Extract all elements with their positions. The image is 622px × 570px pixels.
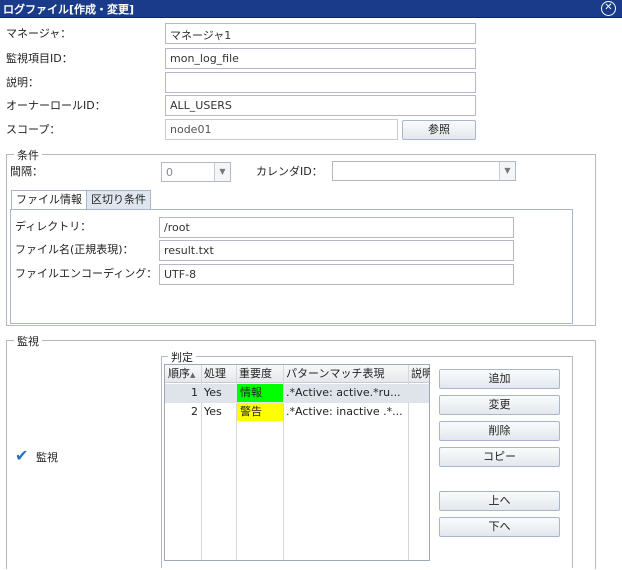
row-description (408, 403, 429, 421)
description-field[interactable] (165, 72, 476, 93)
encoding-label: ファイルエンコーディング： (15, 267, 158, 280)
monitor-check-label[interactable]: 監視 (36, 449, 58, 465)
move-up-button[interactable]: 上へ (439, 491, 560, 511)
chevron-down-icon[interactable]: ▼ (499, 162, 515, 180)
tab-file-info[interactable]: ファイル情報 (11, 190, 87, 210)
monitor-id-label: 監視項目ID： (6, 52, 73, 65)
column-header-process[interactable]: 処理 (201, 365, 236, 383)
row-pattern: .*Active: inactive .*... (286, 405, 403, 418)
filename-label: ファイル名(正規表現)： (15, 243, 134, 256)
window-title: ログファイル[作成・変更] (3, 3, 135, 16)
row-description (408, 384, 429, 402)
sort-asc-icon: ▲ (190, 371, 196, 379)
encoding-field[interactable]: UTF-8 (159, 264, 514, 285)
owner-role-label: オーナーロールID： (6, 99, 106, 112)
interval-value: 0 (166, 166, 173, 179)
calendar-label: カレンダID： (256, 165, 323, 178)
row-pattern: .*Active: active.*ru... (286, 386, 401, 399)
directory-label: ディレクトリ： (15, 220, 92, 233)
modify-button[interactable]: 変更 (439, 395, 560, 415)
conditions-legend: 条件 (14, 147, 42, 163)
monitor-legend: 監視 (14, 333, 42, 349)
row-order: 2 (191, 405, 198, 418)
copy-button[interactable]: コピー (439, 447, 560, 467)
scope-field: node01 (165, 119, 398, 140)
column-header-priority[interactable]: 重要度 (236, 365, 283, 383)
owner-role-field[interactable]: ALL_USERS (165, 95, 476, 116)
chevron-down-icon[interactable]: ▼ (214, 163, 230, 181)
row-process: Yes (204, 386, 222, 399)
description-label: 説明： (6, 76, 39, 89)
row-priority: 情報 (237, 384, 283, 402)
close-icon[interactable]: ✕ (601, 1, 616, 16)
table-row[interactable]: 2 Yes 警告 .*Active: inactive .*... (165, 403, 429, 422)
add-button[interactable]: 追加 (439, 369, 560, 389)
manager-label: マネージャ： (6, 27, 72, 40)
scope-browse-button[interactable]: 参照 (402, 120, 476, 140)
move-down-button[interactable]: 下へ (439, 517, 560, 537)
column-header-order[interactable]: 順序▲ (165, 365, 201, 383)
scope-label: スコープ： (6, 123, 61, 136)
interval-label: 間隔： (10, 165, 43, 178)
tab-delimiter[interactable]: 区切り条件 (86, 190, 151, 209)
table-header: 順序▲ 処理 重要度 パターンマッチ表現 説明 (165, 365, 430, 383)
column-header-description[interactable]: 説明 (408, 365, 430, 383)
row-order: 1 (191, 386, 198, 399)
manager-field[interactable]: マネージャ1 (165, 23, 476, 44)
calendar-select[interactable]: ▼ (332, 161, 516, 181)
row-process: Yes (204, 405, 222, 418)
filename-field[interactable]: result.txt (159, 240, 514, 261)
monitor-id-field[interactable]: mon_log_file (165, 48, 476, 69)
directory-field[interactable]: /root (159, 217, 514, 238)
monitor-checkbox[interactable]: ✔ (15, 448, 30, 464)
row-priority: 警告 (237, 403, 283, 421)
judge-legend: 判定 (168, 349, 196, 365)
table-row[interactable]: 1 Yes 情報 .*Active: active.*ru... (165, 384, 429, 403)
interval-select[interactable]: 0 ▼ (161, 162, 231, 182)
title-bar: ログファイル[作成・変更] ✕ (0, 0, 622, 18)
delete-button[interactable]: 削除 (439, 421, 560, 441)
judge-table[interactable]: 順序▲ 処理 重要度 パターンマッチ表現 説明 1 Yes 情報 .*Activ… (164, 364, 430, 561)
column-header-pattern[interactable]: パターンマッチ表現 (283, 365, 408, 383)
